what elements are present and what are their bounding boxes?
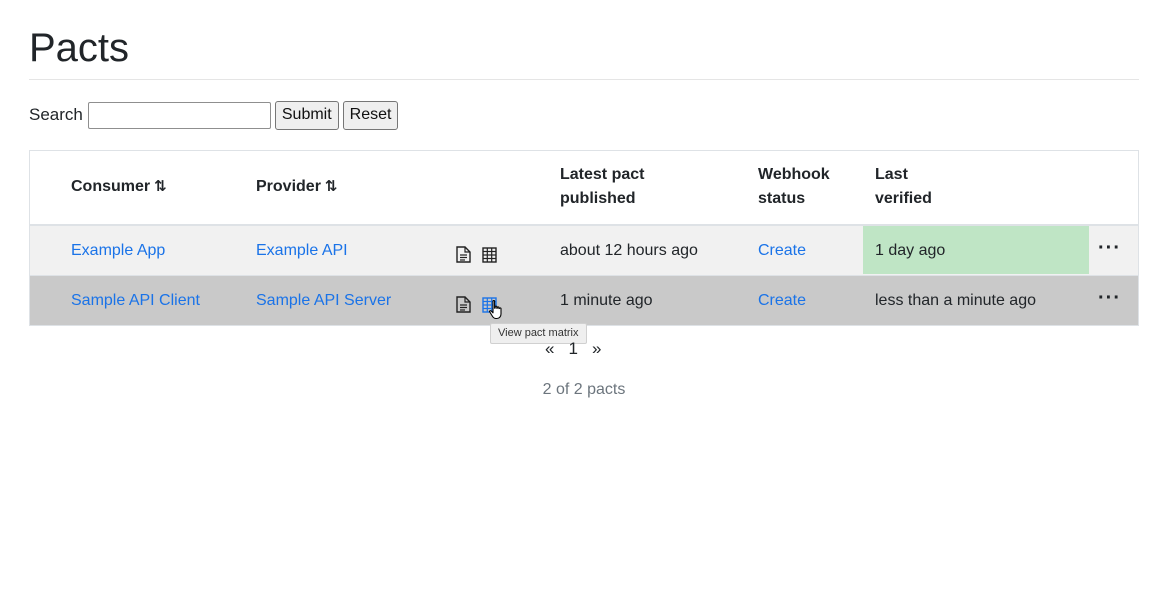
pagination-prev[interactable]: « bbox=[545, 339, 554, 359]
latest-pact-published: about 12 hours ago bbox=[560, 242, 698, 259]
search-input[interactable] bbox=[87, 101, 271, 129]
page-title: Pacts bbox=[29, 26, 130, 70]
reset-button[interactable]: Reset bbox=[342, 100, 399, 130]
provider-link[interactable]: Sample API Server bbox=[256, 276, 391, 325]
table-row: Sample API Client Sample API Server 1 mi… bbox=[30, 275, 1138, 325]
pagination-page-1[interactable]: 1 bbox=[568, 339, 577, 359]
latest-pact-header: Latest pact published bbox=[560, 166, 645, 207]
document-icon[interactable] bbox=[454, 246, 472, 264]
webhook-status-header: Webhook status bbox=[758, 166, 830, 207]
provider-link[interactable]: Example API bbox=[256, 226, 348, 275]
search-form: Search Submit Reset bbox=[29, 100, 399, 130]
table-row: Example App Example API about 12 hours a… bbox=[30, 226, 1138, 275]
consumer-header[interactable]: Consumer ⇅ bbox=[71, 175, 167, 199]
pagination: « 1 » bbox=[545, 339, 601, 359]
sort-icon[interactable]: ⇅ bbox=[325, 175, 337, 199]
sort-icon[interactable]: ⇅ bbox=[154, 175, 166, 199]
title-divider bbox=[29, 79, 1139, 80]
submit-button[interactable]: Submit bbox=[274, 100, 339, 130]
last-verified: 1 day ago bbox=[875, 242, 946, 259]
consumer-link[interactable]: Example App bbox=[71, 226, 165, 275]
hand-cursor-icon bbox=[489, 299, 502, 320]
more-options-icon[interactable]: ··· bbox=[1098, 226, 1121, 270]
webhook-create-link[interactable]: Create bbox=[758, 226, 806, 275]
pagination-next[interactable]: » bbox=[592, 339, 601, 359]
last-verified: less than a minute ago bbox=[875, 292, 1036, 309]
search-label: Search bbox=[29, 105, 83, 124]
matrix-icon[interactable] bbox=[480, 246, 498, 264]
latest-pact-published: 1 minute ago bbox=[560, 292, 653, 309]
provider-header[interactable]: Provider ⇅ bbox=[256, 175, 337, 199]
table-header: Consumer ⇅ Provider ⇅ Latest pact publishe… bbox=[30, 151, 1138, 226]
last-verified-header: Last verified bbox=[875, 166, 932, 207]
more-options-icon[interactable]: ··· bbox=[1098, 276, 1121, 320]
document-icon[interactable] bbox=[454, 296, 472, 314]
pact-count: 2 of 2 pacts bbox=[542, 381, 626, 398]
pacts-table: Consumer ⇅ Provider ⇅ Latest pact publishe… bbox=[29, 150, 1139, 326]
row-actions bbox=[454, 226, 498, 275]
consumer-link[interactable]: Sample API Client bbox=[71, 276, 200, 325]
webhook-create-link[interactable]: Create bbox=[758, 276, 806, 325]
